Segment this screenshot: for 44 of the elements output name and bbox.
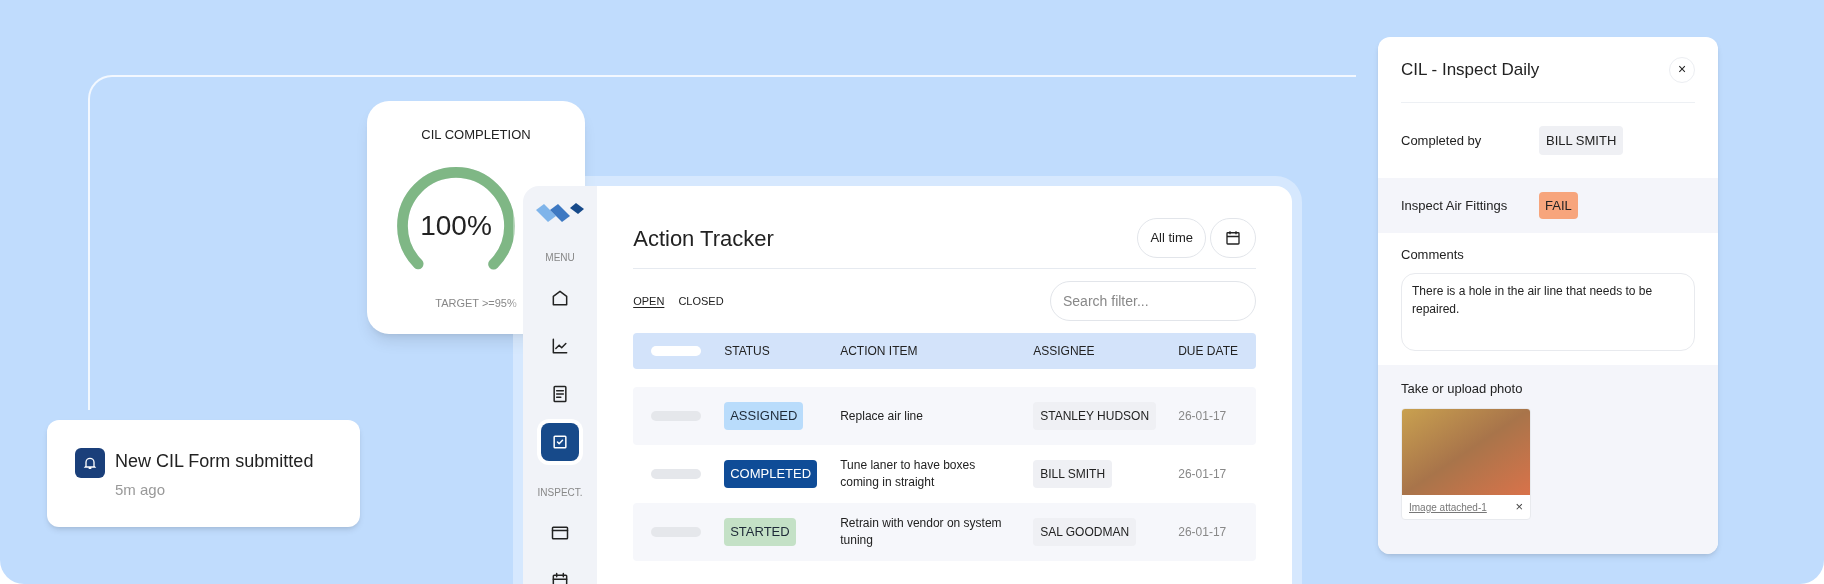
calendar-icon	[1224, 229, 1242, 247]
page-title: Action Tracker	[633, 224, 774, 253]
filter-tab[interactable]: CLOSED	[678, 292, 724, 310]
sidebar-section-label: INSPECT.	[537, 486, 583, 500]
status-badge: COMPLETED	[724, 460, 818, 488]
field-label: Inspect Air Fittings	[1401, 196, 1509, 215]
placeholder-bar	[651, 346, 702, 356]
filter-tab[interactable]: OPEN	[633, 292, 665, 310]
column-header: ACTION ITEM	[840, 343, 919, 360]
bell-icon	[75, 448, 105, 478]
status-badge: ASSIGNED	[724, 402, 804, 430]
status-badge: STARTED	[724, 518, 796, 546]
assignee-chip: SAL GOODMAN	[1033, 518, 1137, 546]
result-badge: FAIL	[1539, 191, 1578, 220]
column-header: STATUS	[724, 343, 771, 360]
placeholder-bar	[651, 469, 702, 479]
comments-field[interactable]: There is a hole in the air line that needs to be repaired.	[1401, 272, 1695, 351]
column-header: ASSIGNEE	[1033, 343, 1096, 360]
assignee-chip: BILL SMITH	[1033, 460, 1113, 488]
action-item-text: Retrain with vendor on system tuning	[840, 515, 1003, 549]
panel-title: CIL - Inspect Daily	[1401, 58, 1540, 81]
due-date: 26-01-17	[1178, 466, 1227, 483]
notification-time: 5m ago	[115, 480, 167, 500]
attachment-link[interactable]: Image attached-1	[1409, 499, 1487, 515]
remove-button[interactable]: ×	[1515, 497, 1523, 517]
field-label: Completed by	[1401, 131, 1483, 150]
action-item-text: Replace air line	[840, 407, 924, 425]
gauge-value: 100%	[420, 211, 492, 240]
window-icon	[550, 523, 571, 543]
table-row[interactable]: STARTED Retrain with vendor on system tuning SAL GOODMAN 26-01-17	[633, 503, 1256, 561]
sidebar-section-label: MENU	[545, 251, 575, 265]
column-header: DUE DATE	[1178, 343, 1238, 360]
assignee-chip: STANLEY HUDSON	[1033, 402, 1157, 430]
completed-by-chip: BILL SMITH	[1539, 125, 1624, 156]
field-label: Comments	[1401, 246, 1465, 264]
card-title: CIL COMPLETION	[421, 126, 531, 144]
field-label: Take or upload photo	[1401, 379, 1524, 398]
due-date: 26-01-17	[1178, 524, 1227, 541]
table-row[interactable]: ASSIGNED Replace air line STANLEY HUDSON 26-01-17	[633, 387, 1256, 445]
due-date: 26-01-17	[1178, 408, 1227, 425]
search-field[interactable]: Search filter...	[1050, 281, 1256, 321]
action-item-text: Tune laner to have boxes coming in straight	[840, 457, 977, 491]
target-label: TARGET >=95%	[435, 295, 517, 311]
notification-title: New CIL Form submitted	[115, 450, 314, 473]
